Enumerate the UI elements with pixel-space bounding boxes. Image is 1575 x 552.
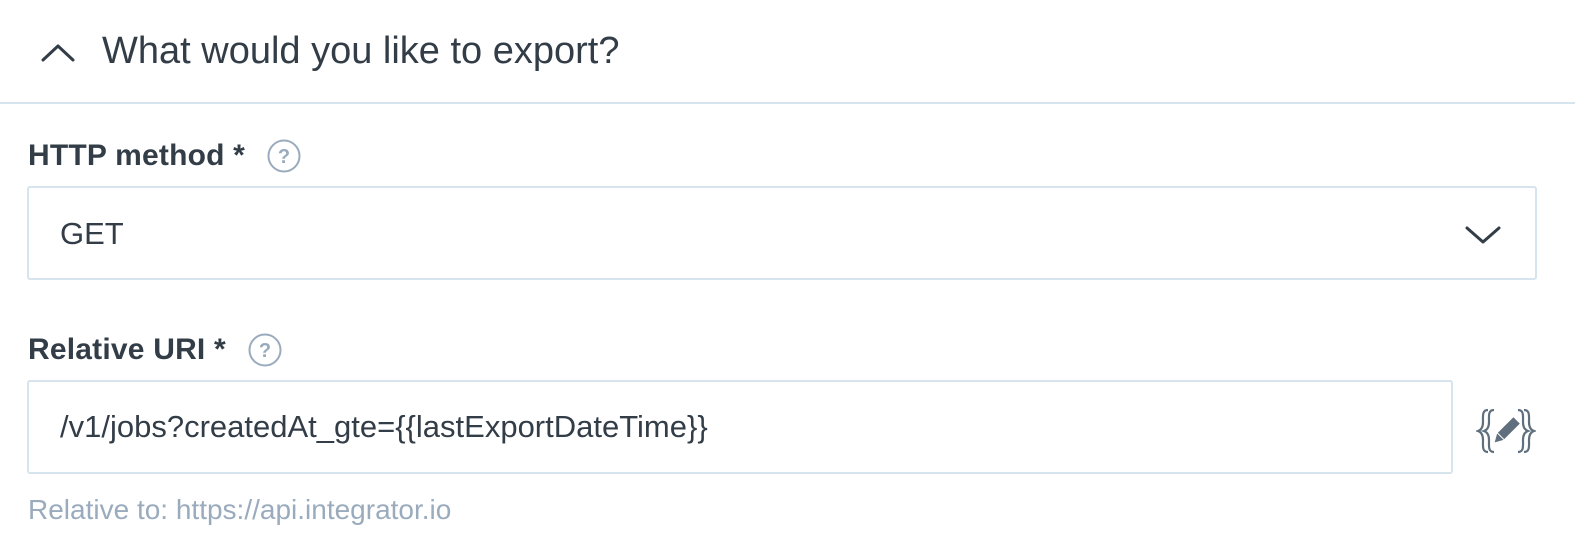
question-circle-icon: ? — [248, 333, 282, 367]
help-icon[interactable]: ? — [248, 333, 282, 367]
help-icon[interactable]: ? — [267, 139, 301, 173]
section-header: What would you like to export? — [0, 0, 1575, 104]
http-method-value: GET — [60, 216, 124, 251]
svg-text:?: ? — [278, 146, 290, 168]
chevron-down-icon — [1465, 226, 1501, 244]
relative-uri-helper-text: Relative to: https://api.integrator.io — [28, 494, 452, 525]
http-method-label-row: HTTP method * ? — [28, 136, 301, 176]
handlebars-editor-button[interactable] — [1474, 404, 1538, 458]
relative-uri-input[interactable] — [27, 380, 1453, 474]
section-title: What would you like to export? — [102, 30, 620, 72]
http-method-select[interactable]: GET — [27, 186, 1537, 280]
svg-text:?: ? — [259, 340, 271, 362]
handlebars-edit-icon — [1476, 408, 1536, 454]
chevron-up-icon — [41, 44, 75, 62]
http-method-label: HTTP method * — [28, 139, 246, 172]
collapse-toggle[interactable] — [36, 30, 80, 74]
relative-uri-label-row: Relative URI * ? — [28, 330, 282, 370]
question-circle-icon: ? — [267, 139, 301, 173]
relative-uri-label: Relative URI * — [28, 333, 226, 366]
export-form-panel: What would you like to export? HTTP meth… — [0, 0, 1575, 552]
